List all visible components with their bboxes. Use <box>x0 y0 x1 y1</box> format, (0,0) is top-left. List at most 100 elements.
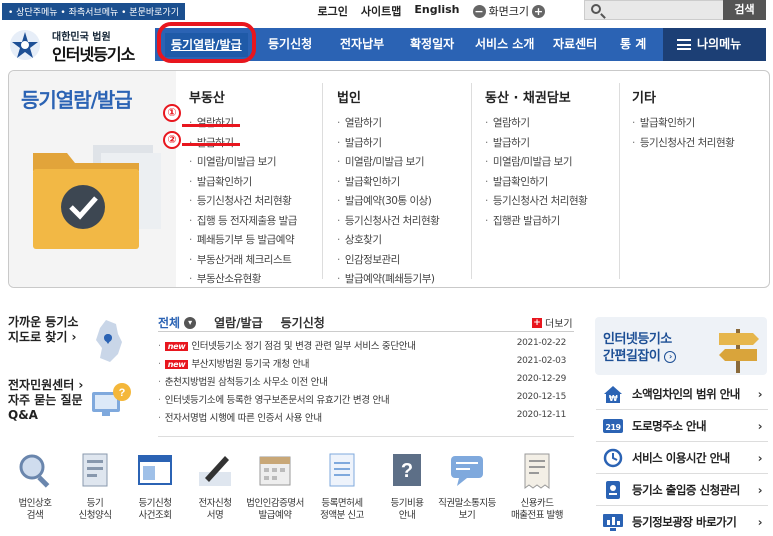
gnb-statistics[interactable]: 통 계 <box>620 28 646 61</box>
news-item[interactable]: · 춘천지방법원 삼척등기소 사무소 이전 안내 2020-12-29 <box>158 374 574 392</box>
zoom-in-button[interactable]: + <box>532 4 545 18</box>
quick-case-lookup[interactable]: 등기신청 사건조회 <box>124 452 186 522</box>
faq-label: 자주 묻는 질문 <box>8 393 83 407</box>
english-link[interactable]: English <box>414 3 459 19</box>
civil-center-title: 전자민원센터 › <box>8 378 84 392</box>
menu-item[interactable]: 등기신청사건 처리현황 <box>632 135 735 155</box>
quick-e-signature[interactable]: 전자신청 서명 <box>184 452 246 522</box>
menu-item[interactable]: 발급예약(30통 이상) <box>337 193 439 213</box>
house-won-icon: ₩ <box>604 386 622 403</box>
easy-guide-banner[interactable]: 인터넷등기소 간편길잡이 › <box>595 317 767 375</box>
menu-item[interactable]: 등기신청사건 처리현황 <box>485 193 588 213</box>
skip-links[interactable]: • 상단주메뉴 • 좌측서브메뉴 • 본문바로가기 <box>2 3 185 20</box>
search-input[interactable] <box>584 0 724 20</box>
menu-item[interactable]: 집행관 발급하기 <box>485 213 587 233</box>
news-date: 2021-02-22 <box>516 338 567 348</box>
news-divider <box>158 331 574 332</box>
annotation-number-2: ② <box>163 131 181 149</box>
menu-item[interactable]: 집행 등 전자제출용 발급 <box>189 213 298 233</box>
menu-item[interactable]: 미열람/미발급 보기 <box>485 154 587 174</box>
menu-item[interactable]: 부동산소유현황 <box>189 271 297 291</box>
gnb-data-center[interactable]: 자료센터 <box>553 28 597 61</box>
mega-menu-title: 등기열람/발급 <box>21 88 133 112</box>
menu-item[interactable]: 인감정보관리 <box>337 252 439 272</box>
column-divider <box>471 83 472 279</box>
search-button[interactable]: 검색 <box>723 0 766 20</box>
news-item[interactable]: · new 부산지방법원 등기국 개청 안내 2021-02-03 <box>158 356 574 374</box>
e-civil-center-link[interactable]: 전자민원센터 › 자주 묻는 질문 Q&A <box>8 378 83 423</box>
column-divider <box>619 83 620 279</box>
menu-item[interactable]: 부동산거래 체크리스트 <box>189 252 297 272</box>
korea-map-icon <box>96 320 122 362</box>
magnifier-icon <box>19 454 50 488</box>
news-date: 2021-02-03 <box>516 356 567 366</box>
menu-item[interactable]: 등기신청사건 처리현황 <box>337 213 440 233</box>
quick-license-tax[interactable]: 등록면허세 정액분 신고 <box>311 452 373 522</box>
browser-window-icon <box>138 455 172 485</box>
new-badge: new <box>164 342 189 351</box>
gnb-service-intro[interactable]: 서비스 소개 <box>475 28 534 61</box>
quick-corp-name-search[interactable]: 법인상호 검색 <box>4 452 66 522</box>
side-link-label: 등기정보광장 바로가기 <box>632 515 737 529</box>
tab-view-issue[interactable]: 열람/발급 <box>214 314 263 331</box>
quick-ex-officio-notice[interactable]: 직권말소통지등 보기 <box>436 452 498 522</box>
news-title: 전자서명법 시행에 따른 인증서 사용 안내 <box>164 413 322 424</box>
menu-item[interactable]: 발급하기 <box>337 135 439 155</box>
mega-menu-banner: 등기열람/발급 <box>9 71 176 287</box>
menu-item[interactable]: 폐쇄등기부 등 발급예약 <box>189 232 297 252</box>
side-link-label: 등기소 출입증 신청관리 <box>632 483 740 497</box>
side-link-small-tenant[interactable]: ₩ 소액임차인의 범위 안내 › <box>596 378 768 410</box>
menu-item[interactable]: 상호찾기 <box>337 232 439 252</box>
news-item[interactable]: · new 인터넷등기소 정기 점검 및 변경 관련 일부 서비스 중단안내 2021… <box>158 338 574 356</box>
speech-bubble-icon <box>451 456 483 486</box>
sitemap-link[interactable]: 사이트맵 <box>361 3 401 19</box>
side-link-service-hours[interactable]: 서비스 이용시간 안내 › <box>596 442 768 474</box>
nearby-registry-link[interactable]: 가까운 등기소 지도로 찾기 › <box>8 315 78 345</box>
side-link-info-plaza[interactable]: 등기정보광장 바로가기 › <box>596 506 768 536</box>
menu-item[interactable]: 발급확인하기 <box>337 174 439 194</box>
quick-card-receipt[interactable]: 신용카드 매출전표 발행 <box>506 452 568 522</box>
plus-icon: + <box>532 317 542 328</box>
news-item[interactable]: · 전자서명법 시행에 따른 인증서 사용 안내 2020-12-11 <box>158 410 574 428</box>
gnb-e-payment[interactable]: 전자납부 <box>340 28 384 61</box>
menu-item[interactable]: 발급확인하기 <box>632 115 734 135</box>
gnb-fixed-date[interactable]: 확정일자 <box>410 28 454 61</box>
menu-item[interactable]: 발급확인하기 <box>189 174 297 194</box>
utility-links: 로그인 사이트맵 English − 화면크기 + <box>318 3 545 19</box>
news-date: 2020-12-29 <box>516 374 567 384</box>
menu-item[interactable]: 열람하기 <box>485 115 587 135</box>
side-link-road-address[interactable]: 219 도로명주소 안내 › <box>596 410 768 442</box>
menu-item[interactable]: 발급하기 <box>485 135 587 155</box>
side-link-access-card[interactable]: 등기소 출입증 신청관리 › <box>596 474 768 506</box>
tab-registry-application[interactable]: 등기신청 <box>281 314 325 331</box>
menu-item[interactable]: 발급확인하기 <box>485 174 587 194</box>
nearby-subtitle: 지도로 찾기 › <box>8 330 77 344</box>
tab-all[interactable]: 전체 ▾ <box>158 314 197 331</box>
menu-item[interactable]: 미열람/미발급 보기 <box>337 154 439 174</box>
mega-col-movable-collateral: 동산 · 채권담보 열람하기 발급하기 미열람/미발급 보기 발급확인하기 등기… <box>485 71 588 287</box>
site-logo[interactable]: 대한민국 법원 인터넷등기소 <box>8 24 148 66</box>
quick-registry-fees[interactable]: ? 등기비용 안내 <box>376 452 438 522</box>
login-link[interactable]: 로그인 <box>318 3 348 19</box>
quick-seal-certificate[interactable]: 법인인감증명서 발급예약 <box>244 452 306 522</box>
my-menu-button[interactable]: 나의메뉴 <box>663 28 766 61</box>
mega-col-heading: 법인 <box>337 91 361 106</box>
menu-item[interactable]: 열람하기 <box>337 115 439 135</box>
logo-site-name: 인터넷등기소 <box>52 45 135 64</box>
gnb-registry-application[interactable]: 등기신청 <box>268 28 312 61</box>
receipt-icon <box>524 453 550 489</box>
zoom-out-button[interactable]: − <box>472 4 486 18</box>
more-link[interactable]: + 더보기 <box>532 315 573 330</box>
signpost-icon <box>719 329 759 373</box>
news-item[interactable]: · 인터넷등기소에 등록한 영구보존문서의 유효기간 변경 안내 2020-12-1… <box>158 392 574 410</box>
menu-item[interactable]: 등기신청사건 처리현황 <box>189 193 297 213</box>
faq-monitor-icon: ? <box>92 383 131 416</box>
my-menu-label: 나의메뉴 <box>697 37 742 51</box>
menu-item[interactable]: 발급예약(폐쇄등기부) <box>337 271 439 291</box>
news-title: 춘천지방법원 삼척등기소 사무소 이전 안내 <box>164 377 328 388</box>
menu-item[interactable]: 미열람/미발급 보기 <box>189 154 297 174</box>
mega-col-real-estate: 부동산 열람하기 발급하기 미열람/미발급 보기 발급확인하기 등기신청사건 처… <box>189 71 297 287</box>
quick-application-forms[interactable]: 등기 신청양식 <box>64 452 126 522</box>
id-card-icon <box>606 481 620 499</box>
arrow-circle-icon: › <box>664 350 677 363</box>
